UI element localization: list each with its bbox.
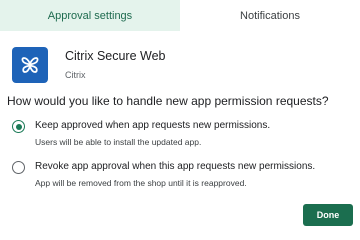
option-revoke-approval-description: App will be removed from the shop until … — [35, 178, 247, 188]
app-name: Citrix Secure Web — [65, 49, 166, 63]
radio-keep-approved[interactable] — [12, 120, 25, 133]
permission-question: How would you like to handle new app per… — [7, 94, 329, 108]
app-vendor: Citrix — [65, 70, 86, 80]
option-revoke-approval[interactable]: Revoke app approval when this app reques… — [12, 160, 315, 189]
tab-notifications[interactable]: Notifications — [180, 0, 360, 31]
radio-selected-dot — [15, 123, 22, 130]
citrix-butterfly-icon — [12, 47, 48, 83]
option-keep-approved-description: Users will be able to install the update… — [35, 137, 202, 147]
option-keep-approved-label: Keep approved when app requests new perm… — [35, 120, 271, 131]
tab-bar: Approval settings Notifications — [0, 0, 360, 31]
tab-approval-settings[interactable]: Approval settings — [0, 0, 180, 31]
app-card: Citrix Secure Web Citrix — [12, 47, 166, 83]
option-revoke-approval-label: Revoke app approval when this app reques… — [35, 161, 316, 172]
option-keep-approved[interactable]: Keep approved when app requests new perm… — [12, 119, 270, 148]
done-button[interactable]: Done — [303, 204, 353, 226]
radio-revoke-approval[interactable] — [12, 161, 25, 174]
